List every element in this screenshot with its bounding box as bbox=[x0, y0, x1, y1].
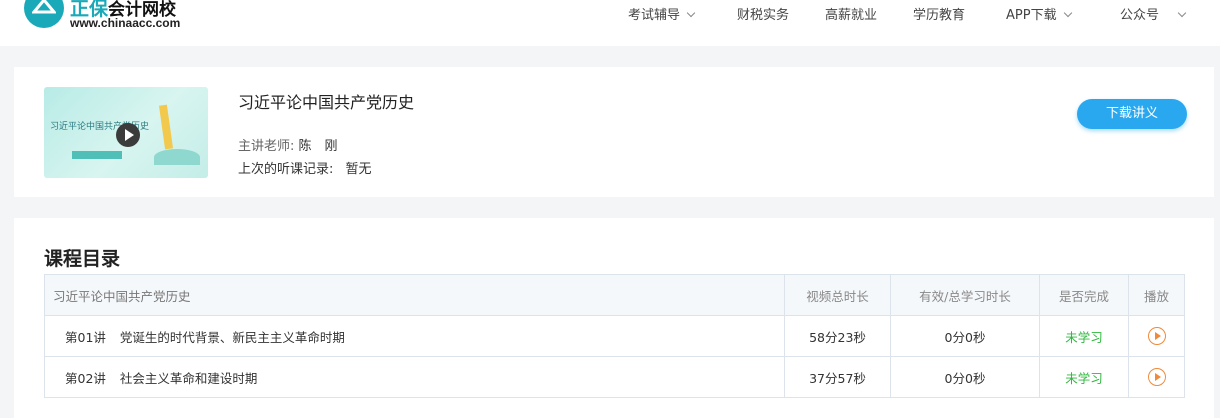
lesson-name: 社会主义革命和建设时期 bbox=[119, 370, 258, 386]
lesson-number: 第02讲 bbox=[65, 370, 106, 386]
nav-label: 财税实务 bbox=[737, 8, 790, 23]
chevron-down-icon bbox=[686, 8, 696, 18]
nav-item-education[interactable]: 学历教育 bbox=[913, 4, 965, 23]
play-icon[interactable] bbox=[116, 123, 140, 147]
lesson-study-time: 0分0秒 bbox=[890, 356, 1040, 398]
table-row[interactable]: 第01讲 党诞生的时代背景、新民主主义革命时期 58分23秒 0分0秒 未学习 bbox=[44, 315, 1185, 357]
play-icon[interactable] bbox=[1147, 368, 1166, 386]
column-header-study-time: 有效/总学习时长 bbox=[890, 274, 1040, 316]
teacher-info: 主讲老师: 陈 刚 bbox=[238, 135, 338, 154]
book-illustration bbox=[154, 149, 200, 165]
main-nav: 考试辅导 财税实务 高薪就业 学历教育 APP下载 公众号 bbox=[0, 4, 1220, 24]
teacher-label: 主讲老师: bbox=[238, 139, 295, 154]
download-notes-button[interactable]: 下载讲义 bbox=[1077, 99, 1187, 129]
nav-item-tax[interactable]: 财税实务 bbox=[737, 4, 789, 23]
lesson-duration: 58分23秒 bbox=[784, 315, 891, 357]
teacher-name: 陈 刚 bbox=[298, 139, 338, 154]
nav-label: 考试辅导 bbox=[628, 8, 681, 23]
nav-item-exam[interactable]: 考试辅导 bbox=[628, 4, 696, 23]
nav-label: APP下载 bbox=[1006, 8, 1057, 23]
lesson-study-time: 0分0秒 bbox=[890, 315, 1040, 357]
lesson-duration: 37分57秒 bbox=[784, 356, 891, 398]
last-record-label: 上次的听课记录: bbox=[238, 162, 334, 177]
thumbnail-banner bbox=[72, 151, 122, 159]
lesson-status: 未学习 bbox=[1039, 356, 1129, 398]
course-info-card: 习近平论中国共产党历史 习近平论中国共产党历史 主讲老师: 陈 刚 上次的听课记… bbox=[14, 67, 1214, 197]
lesson-title[interactable]: 第02讲 社会主义革命和建设时期 bbox=[44, 356, 785, 398]
nav-label: 学历教育 bbox=[913, 8, 966, 23]
last-record-value: 暂无 bbox=[345, 162, 372, 177]
lesson-status: 未学习 bbox=[1039, 315, 1129, 357]
course-thumbnail[interactable]: 习近平论中国共产党历史 bbox=[44, 87, 208, 178]
catalog-title: 课程目录 bbox=[44, 248, 121, 270]
lesson-table: 习近平论中国共产党历史 视频总时长 有效/总学习时长 是否完成 播放 第01讲党… bbox=[44, 274, 1185, 398]
nav-label: 高薪就业 bbox=[825, 8, 878, 23]
lesson-number: 第01讲 bbox=[65, 329, 106, 345]
column-header-duration: 视频总时长 bbox=[784, 274, 891, 316]
nav-item-app[interactable]: APP下载 bbox=[1006, 4, 1072, 23]
lesson-play-cell bbox=[1128, 356, 1185, 398]
lesson-play-cell bbox=[1128, 315, 1185, 357]
top-header: 正保会计网校 www.chinaacc.com 考试辅导 财税实务 高薪就业 学… bbox=[0, 0, 1220, 46]
nav-label: 公众号 bbox=[1120, 8, 1160, 23]
lesson-title[interactable]: 第01讲 党诞生的时代背景、新民主主义革命时期 bbox=[44, 315, 785, 357]
table-row[interactable]: 第02讲 社会主义革命和建设时期 37分57秒 0分0秒 未学习 bbox=[44, 356, 1185, 398]
course-title: 习近平论中国共产党历史 bbox=[238, 93, 415, 112]
table-header-row: 习近平论中国共产党历史 视频总时长 有效/总学习时长 是否完成 播放 bbox=[44, 274, 1185, 316]
last-record-info: 上次的听课记录: 暂无 bbox=[238, 158, 372, 177]
nav-item-jobs[interactable]: 高薪就业 bbox=[825, 4, 877, 23]
column-header-completed: 是否完成 bbox=[1039, 274, 1129, 316]
column-header-play: 播放 bbox=[1128, 274, 1185, 316]
lesson-name: 党诞生的时代背景、新民主主义革命时期 bbox=[119, 329, 345, 345]
nav-item-wechat[interactable]: 公众号 bbox=[1120, 4, 1187, 23]
course-catalog: 课程目录 习近平论中国共产党历史 视频总时长 有效/总学习时长 是否完成 播放 … bbox=[14, 218, 1214, 418]
pencil-illustration bbox=[158, 104, 174, 150]
column-header-course: 习近平论中国共产党历史 bbox=[44, 274, 785, 316]
chevron-down-icon bbox=[1177, 8, 1187, 18]
play-icon[interactable] bbox=[1147, 327, 1166, 345]
chevron-down-icon bbox=[1063, 8, 1072, 18]
